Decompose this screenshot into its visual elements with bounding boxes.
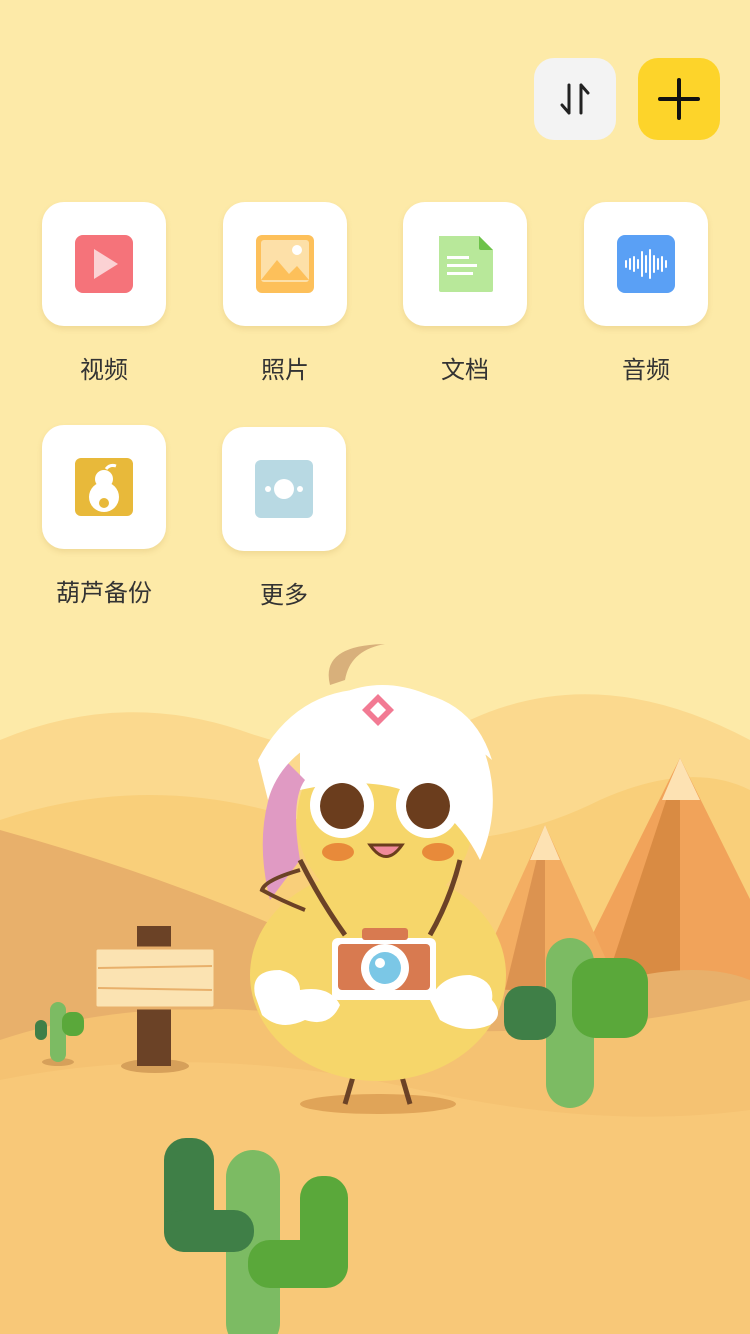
add-button[interactable] xyxy=(638,58,720,140)
document-card[interactable] xyxy=(403,202,527,326)
gourd-backup-icon xyxy=(75,458,133,516)
gourd-backup-card[interactable] xyxy=(42,425,166,549)
category-label: 更多 xyxy=(260,581,308,609)
more-icon xyxy=(255,460,313,518)
audio-icon xyxy=(617,235,675,293)
audio-card[interactable] xyxy=(584,202,708,326)
category-label: 视频 xyxy=(80,356,128,384)
photo-card[interactable] xyxy=(223,202,347,326)
plus-icon xyxy=(658,78,700,120)
sort-button[interactable] xyxy=(534,58,616,140)
category-label: 照片 xyxy=(261,356,309,384)
more-card[interactable] xyxy=(222,427,346,551)
sort-arrows-icon xyxy=(560,83,590,115)
category-photo[interactable]: 照片 xyxy=(223,202,347,385)
video-icon xyxy=(75,235,133,293)
category-document[interactable]: 文档 xyxy=(403,202,527,385)
photo-icon xyxy=(256,235,314,293)
category-gourd-backup[interactable]: 葫芦备份 xyxy=(42,425,166,608)
category-label: 音频 xyxy=(622,356,670,384)
category-label: 葫芦备份 xyxy=(56,579,152,607)
category-more[interactable]: 更多 xyxy=(222,427,346,610)
video-card[interactable] xyxy=(42,202,166,326)
desert-illustration xyxy=(0,644,750,1334)
document-icon xyxy=(439,236,493,292)
category-label: 文档 xyxy=(441,356,489,384)
category-audio[interactable]: 音频 xyxy=(584,202,708,385)
category-video[interactable]: 视频 xyxy=(42,202,166,385)
